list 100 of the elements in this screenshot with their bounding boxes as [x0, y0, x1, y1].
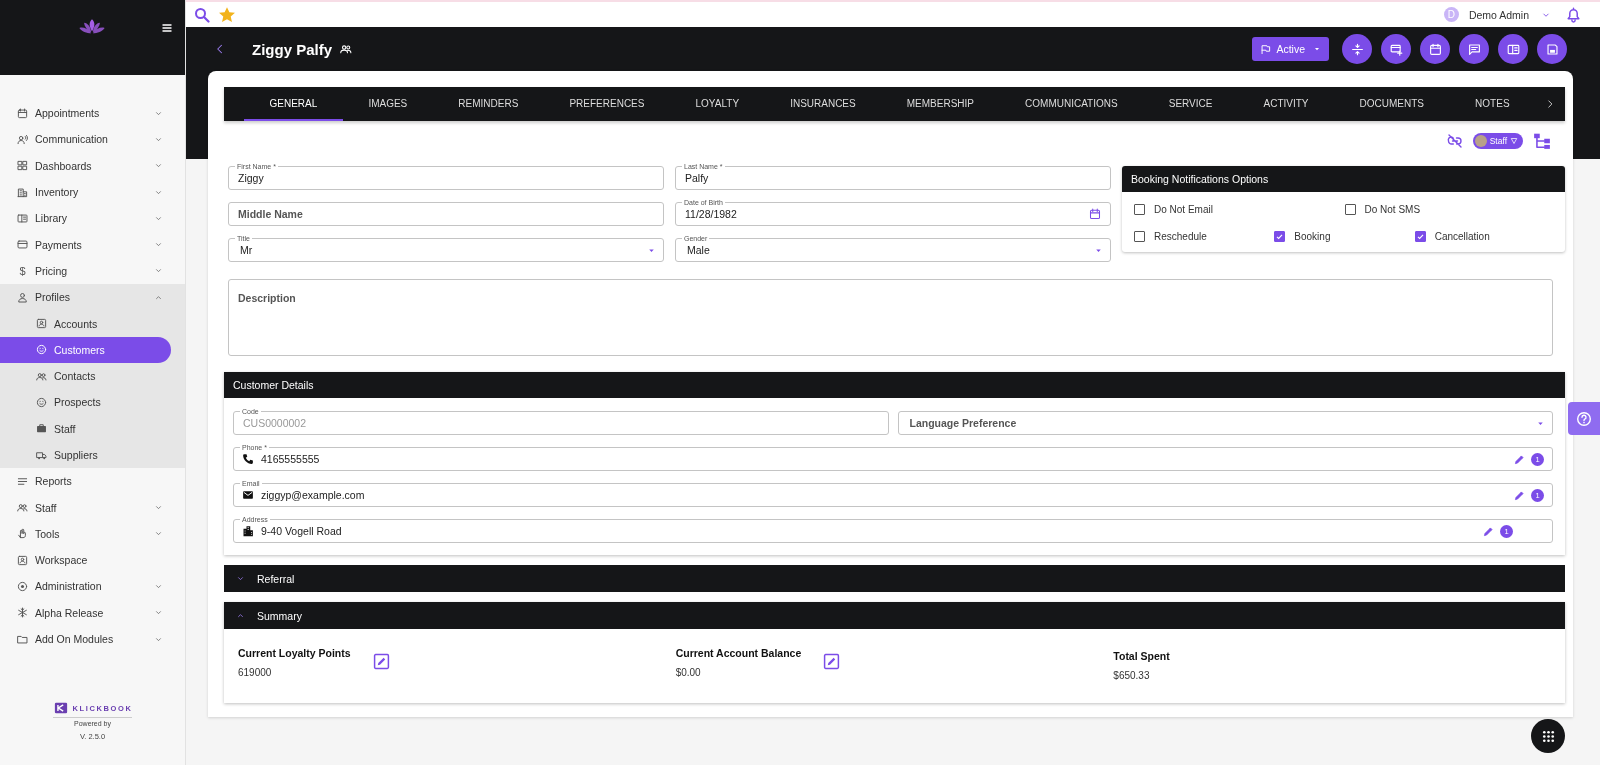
- sidebar-item[interactable]: Add On Modules: [0, 625, 185, 653]
- calendar-icon[interactable]: [1428, 42, 1442, 56]
- status-button[interactable]: Active: [1252, 37, 1329, 61]
- sidebar-item[interactable]: Reports: [0, 468, 185, 495]
- chevron-up-icon: [236, 611, 245, 620]
- hierarchy-icon[interactable]: [1533, 132, 1551, 150]
- menu-icon[interactable]: [161, 21, 173, 34]
- caret-icon: [1094, 246, 1103, 255]
- sidebar-subitem[interactable]: Contacts: [0, 362, 171, 390]
- comment-button[interactable]: [1459, 34, 1489, 64]
- text-field[interactable]: Middle Name: [228, 202, 664, 226]
- checkbox[interactable]: [1344, 203, 1356, 215]
- summary-value: $0.00: [675, 667, 702, 678]
- sidebar-item[interactable]: Dashboards: [0, 152, 185, 179]
- tab[interactable]: IMAGES: [342, 87, 433, 121]
- unlink-icon[interactable]: [1446, 133, 1463, 149]
- sidebar-subitem[interactable]: Prospects: [0, 389, 171, 416]
- compress-button[interactable]: [1342, 34, 1372, 64]
- sidebar-item[interactable]: Library: [0, 205, 185, 232]
- caret-icon: [647, 246, 656, 255]
- apps-icon[interactable]: [1540, 728, 1556, 744]
- compress-icon[interactable]: [1350, 42, 1364, 56]
- pencil-icon[interactable]: [1514, 454, 1525, 465]
- smiley-icon: [36, 396, 47, 408]
- sidebar-item[interactable]: Profiles: [0, 284, 185, 311]
- summary-label: Current Account Balance: [675, 647, 802, 659]
- card-plus-icon[interactable]: [1389, 42, 1403, 56]
- section-header[interactable]: Referral: [224, 565, 1565, 592]
- card-icon: [17, 239, 28, 251]
- help-button[interactable]: [1568, 402, 1600, 435]
- help-icon[interactable]: [1576, 410, 1592, 427]
- sidebar-subitem[interactable]: Accounts: [0, 310, 171, 337]
- avatar-icon: [1474, 135, 1487, 147]
- save-icon[interactable]: [1545, 42, 1559, 56]
- summary-value: $650.33: [1113, 670, 1151, 681]
- sidebar-item[interactable]: Tools: [0, 520, 185, 548]
- sidebar-subitem[interactable]: Suppliers: [0, 441, 171, 469]
- checkbox[interactable]: [1134, 203, 1145, 215]
- add-card-button[interactable]: [1381, 34, 1411, 64]
- tab[interactable]: DOCUMENTS: [1334, 87, 1450, 121]
- sidebar-item[interactable]: Payments: [0, 231, 185, 258]
- sidebar-item[interactable]: Inventory: [0, 178, 185, 206]
- sidebar-subitem[interactable]: Customers: [0, 336, 171, 363]
- search-icon[interactable]: [194, 6, 210, 23]
- user-name[interactable]: Demo Admin: [1468, 8, 1529, 21]
- people-icon: [340, 43, 353, 55]
- panel-title: Booking Notifications Options: [1122, 166, 1565, 192]
- star-icon[interactable]: [218, 5, 236, 24]
- caret-icon: [1536, 419, 1545, 428]
- sidebar-item[interactable]: Alpha Release: [0, 599, 185, 626]
- pencil-icon[interactable]: [1514, 490, 1525, 501]
- tab[interactable]: SERVICE: [1143, 87, 1238, 121]
- book-icon[interactable]: [1506, 42, 1520, 56]
- target-icon: [17, 581, 28, 592]
- calendar-button[interactable]: [1420, 34, 1450, 64]
- summary-label: Total Spent: [1113, 650, 1170, 662]
- flag-icon[interactable]: [1260, 43, 1272, 55]
- smiley-icon: [36, 344, 47, 356]
- calendar-icon: [17, 107, 28, 119]
- folder-icon: [17, 633, 28, 645]
- sidebar-item[interactable]: Workspace: [0, 547, 185, 574]
- bell-icon[interactable]: [1565, 6, 1582, 23]
- save-button[interactable]: [1537, 34, 1567, 64]
- tab[interactable]: ACTIVITY: [1238, 87, 1335, 121]
- sidebar-item[interactable]: Staff: [0, 494, 185, 521]
- comment-icon[interactable]: [1467, 42, 1481, 56]
- section-header: Customer Details: [224, 372, 1565, 398]
- staff-chip[interactable]: Staff: [1472, 133, 1523, 149]
- tab[interactable]: MEMBERSHIP: [881, 87, 1000, 121]
- sidebar-subitem[interactable]: Staff: [0, 415, 171, 442]
- checkbox[interactable]: [1414, 230, 1426, 242]
- dropdown-field[interactable]: Language Preference: [897, 411, 1553, 435]
- sidebar-item[interactable]: $ Pricing: [0, 257, 185, 285]
- sidebar-item[interactable]: Administration: [0, 573, 185, 600]
- tab[interactable]: COMMUNICATIONS: [999, 87, 1144, 121]
- book-icon: [17, 212, 28, 224]
- truck-icon: [36, 449, 47, 461]
- people-icon: [36, 370, 47, 382]
- book-button[interactable]: [1498, 34, 1528, 64]
- tab[interactable]: REMINDERS: [432, 87, 544, 121]
- tab[interactable]: INSURANCES: [764, 87, 882, 121]
- edit-icon[interactable]: [372, 653, 390, 670]
- phone-icon: [242, 453, 254, 465]
- pencil-icon[interactable]: [1483, 526, 1494, 537]
- edit-icon[interactable]: [823, 653, 841, 670]
- sidebar-item[interactable]: Communication: [0, 126, 185, 153]
- tab[interactable]: NOTES: [1449, 87, 1536, 121]
- section-header[interactable]: Summary: [224, 602, 1565, 629]
- tab[interactable]: GENERAL: [244, 87, 343, 121]
- sidebar-item[interactable]: Appointments: [0, 100, 185, 127]
- filter-icon[interactable]: [1510, 137, 1518, 145]
- checkbox[interactable]: [1274, 230, 1286, 242]
- tab[interactable]: LOYALTY: [670, 87, 765, 121]
- tab[interactable]: PREFERENCES: [543, 87, 670, 121]
- caret-icon[interactable]: [1313, 45, 1321, 53]
- building-icon: [242, 525, 254, 537]
- checkbox[interactable]: [1134, 230, 1145, 242]
- person-voice-icon: [17, 133, 28, 145]
- description-field[interactable]: Description: [228, 279, 1553, 356]
- hand-icon: [17, 528, 28, 540]
